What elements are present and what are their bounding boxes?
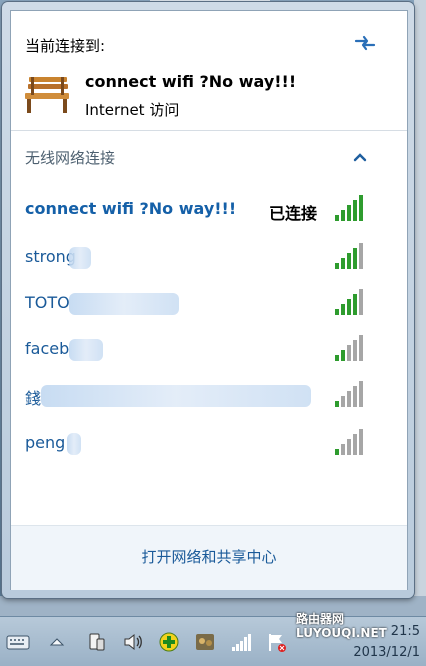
watermark-line1: 路由器网 — [296, 612, 345, 626]
watermark-line2: LUYOUQI.NET — [296, 626, 387, 640]
signal-bar — [353, 200, 357, 221]
signal-bar — [347, 345, 351, 361]
signal-bar — [353, 248, 357, 269]
signal-bar — [347, 299, 351, 315]
network-item-connected[interactable]: connect wifi ?No way!!! 已连接 — [11, 189, 407, 229]
signal-bar — [347, 439, 351, 455]
privacy-blur — [41, 385, 311, 407]
signal-bar — [353, 294, 357, 315]
signal-bar — [359, 335, 363, 361]
signal-bar — [341, 350, 345, 361]
signal-bar — [353, 386, 357, 407]
signal-bar — [347, 253, 351, 269]
network-panel: 当前连接到: connect wifi ?No way!!! Internet … — [10, 10, 408, 590]
network-item[interactable]: faceb — [11, 329, 407, 369]
signal-strength-icon — [335, 243, 363, 269]
keyboard-icon[interactable] — [6, 631, 30, 653]
network-item[interactable]: peng — [11, 423, 407, 463]
signal-bar — [341, 444, 345, 455]
network-name: TOTO — [25, 293, 70, 312]
app-tray-icon[interactable] — [194, 631, 216, 653]
signal-bar — [341, 258, 345, 269]
background-window-edge — [414, 0, 426, 610]
privacy-blur — [67, 433, 81, 455]
action-center-flag-icon[interactable] — [266, 631, 288, 653]
signal-bar — [359, 195, 363, 221]
signal-strength-icon — [335, 195, 363, 221]
signal-strength-icon — [335, 381, 363, 407]
signal-bar — [341, 304, 345, 315]
signal-strength-icon — [335, 429, 363, 455]
signal-bar — [359, 289, 363, 315]
signal-bar — [335, 215, 339, 221]
current-network-name: connect wifi ?No way!!! — [85, 72, 297, 91]
network-name: peng — [25, 433, 66, 452]
current-connection-header: 当前连接到: — [25, 37, 106, 55]
signal-bar — [353, 434, 357, 455]
network-name: 錢 — [25, 389, 42, 408]
signal-bar — [335, 309, 339, 315]
section-divider — [11, 130, 407, 131]
signal-bar — [359, 381, 363, 407]
site-watermark: 路由器网 LUYOUQI.NET — [296, 612, 387, 640]
network-item[interactable]: 錢 — [11, 375, 407, 415]
refresh-icon[interactable] — [353, 33, 377, 53]
signal-bar — [335, 401, 339, 407]
current-network-access: Internet 访问 — [85, 101, 180, 119]
signal-bar — [359, 429, 363, 455]
signal-strength-icon — [335, 335, 363, 361]
privacy-blur — [69, 293, 179, 315]
signal-bar — [347, 205, 351, 221]
signal-bar — [335, 449, 339, 455]
network-flyout: 当前连接到: connect wifi ?No way!!! Internet … — [2, 2, 414, 598]
signal-bar — [347, 391, 351, 407]
wifi-tray-icon[interactable] — [230, 631, 252, 653]
network-item[interactable]: strong — [11, 237, 407, 277]
open-network-sharing-center-link[interactable]: 打开网络和共享中心 — [11, 546, 407, 567]
network-name: faceb — [25, 339, 70, 358]
current-connection-section: 当前连接到: connect wifi ?No way!!! Internet … — [11, 11, 407, 129]
signal-bar — [353, 340, 357, 361]
signal-bar — [341, 210, 345, 221]
devices-icon[interactable] — [86, 631, 108, 653]
chevron-up-icon[interactable] — [353, 152, 367, 162]
show-hidden-icons-button[interactable] — [46, 631, 68, 653]
volume-icon[interactable] — [122, 631, 144, 653]
signal-bar — [335, 355, 339, 361]
privacy-blur — [69, 247, 91, 269]
bench-icon — [25, 77, 69, 113]
privacy-blur — [69, 339, 103, 361]
security-plus-icon[interactable] — [158, 631, 180, 653]
signal-bar — [359, 243, 363, 269]
signal-bar — [341, 396, 345, 407]
signal-strength-icon — [335, 289, 363, 315]
network-item[interactable]: TOTO — [11, 283, 407, 323]
network-name: connect wifi ?No way!!! — [25, 199, 237, 218]
panel-footer: 打开网络和共享中心 — [11, 525, 407, 590]
clock-date: 2013/12/1 — [353, 645, 420, 660]
signal-bar — [335, 263, 339, 269]
wireless-section-title: 无线网络连接 — [25, 149, 116, 167]
connection-status: 已连接 — [269, 204, 318, 223]
